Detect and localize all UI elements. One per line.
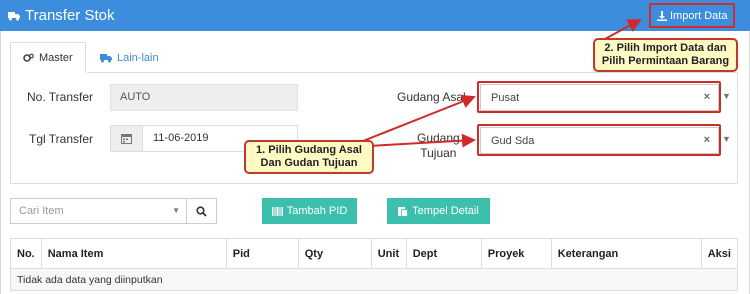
callout-step-1: 1. Pilih Gudang Asal Dan Gudan Tujuan	[244, 140, 374, 174]
table-header-row: No. Nama Item Pid Qty Unit Dept Proyek K…	[10, 238, 738, 269]
tab-master[interactable]: Master	[10, 42, 86, 73]
no-transfer-field: AUTO	[110, 84, 298, 111]
item-search-placeholder: Cari Item	[19, 205, 64, 217]
search-icon	[196, 205, 207, 217]
truck-icon	[100, 53, 112, 62]
empty-message: Tidak ada data yang diinputkan	[10, 268, 738, 291]
tambah-pid-button[interactable]: Tambah PID	[262, 198, 357, 224]
barcode-icon	[271, 206, 283, 216]
chevron-down-icon[interactable]: ▼	[722, 134, 731, 144]
chevron-down-icon[interactable]: ▼	[722, 91, 731, 101]
tempel-detail-label: Tempel Detail	[412, 205, 479, 217]
tambah-pid-label: Tambah PID	[286, 205, 348, 217]
column-header-unit: Unit	[371, 238, 407, 269]
table-empty-row: Tidak ada data yang diinputkan	[10, 268, 738, 291]
column-header-dept: Dept	[406, 238, 482, 269]
callout-step-1-line1: 1. Pilih Gudang Asal	[256, 144, 362, 156]
page-header: Transfer Stok	[0, 0, 750, 31]
tgl-transfer-label: Tgl Transfer	[29, 132, 94, 146]
tempel-detail-button[interactable]: Tempel Detail	[387, 198, 490, 224]
paste-icon	[398, 206, 409, 217]
cogs-icon	[23, 53, 34, 62]
column-header-qty: Qty	[298, 238, 372, 269]
column-header-proyek: Proyek	[481, 238, 552, 269]
calendar-button[interactable]	[110, 125, 143, 152]
search-button[interactable]	[187, 198, 217, 224]
tab-master-label: Master	[39, 51, 73, 64]
tab-lain-lain[interactable]: Lain-lain	[88, 42, 178, 73]
column-header-aksi: Aksi	[701, 238, 738, 269]
page-title-text: Transfer Stok	[25, 7, 115, 24]
calendar-icon	[121, 134, 132, 144]
item-search-select[interactable]: Cari Item ▼	[10, 198, 187, 224]
gudang-tujuan-label-line2: Tujuan	[420, 146, 457, 160]
gudang-tujuan-highlight	[477, 124, 721, 156]
column-header-nama-item: Nama Item	[41, 238, 227, 269]
gudang-tujuan-label: Gudang Tujuan	[417, 131, 460, 161]
chevron-down-icon[interactable]: ▼	[172, 206, 180, 215]
detail-table: No. Nama Item Pid Qty Unit Dept Proyek K…	[10, 238, 738, 291]
callout-step-2-line2: Pilih Permintaan Barang	[601, 55, 730, 67]
column-header-no: No.	[10, 238, 42, 269]
column-header-keterangan: Keterangan	[551, 238, 702, 269]
callout-step-2-line1: 2. Pilih Import Data dan	[604, 42, 727, 54]
page-title: Transfer Stok	[8, 7, 114, 24]
no-transfer-label: No. Transfer	[27, 90, 94, 104]
callout-step-1-line2: Dan Gudan Tujuan	[260, 157, 358, 169]
gudang-asal-highlight	[477, 81, 721, 113]
tab-lain-lain-label: Lain-lain	[117, 51, 159, 64]
gudang-asal-label: Gudang Asal	[397, 90, 466, 104]
gudang-tujuan-label-line1: Gudang	[417, 131, 460, 145]
callout-step-2: 2. Pilih Import Data dan Pilih Permintaa…	[593, 38, 738, 72]
truck-icon	[8, 11, 20, 20]
column-header-pid: Pid	[226, 238, 299, 269]
import-highlight-box	[649, 3, 735, 28]
